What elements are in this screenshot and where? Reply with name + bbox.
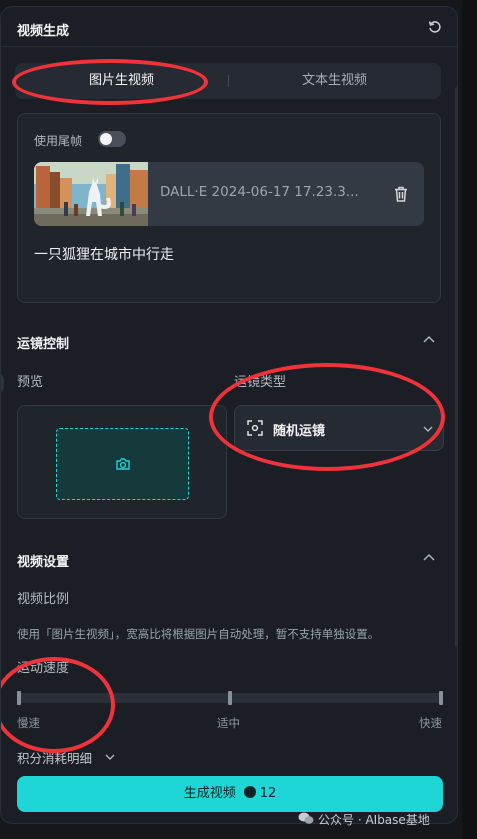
side-handle[interactable] (1, 371, 4, 395)
preview-label: 预览 (17, 375, 44, 390)
cost-details-toggle[interactable]: 积分消耗明细 (17, 748, 92, 767)
tab-image-to-video[interactable]: 图片生视频 (15, 63, 228, 99)
panel-title: 视频生成 (17, 24, 70, 39)
preview-placeholder[interactable] (56, 428, 189, 500)
focus-icon (247, 420, 263, 436)
speed-option-slow: 慢速 (17, 716, 40, 730)
watermark-text: 公众号 · AIbase基地 (318, 813, 430, 827)
trash-icon[interactable] (394, 186, 408, 202)
speed-option-medium: 适中 (217, 716, 240, 730)
uploaded-image-card: DALL·E 2024-06-17 17.23.3... (34, 162, 424, 226)
image-upload-area: 使用尾帧 DALL·E 2024-06-17 17.23.3... 一只狐狸在城… (17, 113, 441, 303)
camera-type-select[interactable]: 随机运镜 (234, 405, 444, 451)
chevron-up-icon[interactable] (423, 335, 435, 343)
chevron-down-icon (423, 426, 433, 432)
camera-type-value: 随机运镜 (273, 424, 326, 439)
scrollbar[interactable] (455, 87, 457, 647)
prompt-text[interactable]: 一只狐狸在城市中行走 (34, 244, 174, 264)
slider-mark-fast[interactable] (439, 691, 443, 705)
generate-video-button[interactable]: 生成视频 12 (17, 776, 443, 812)
window-edge (462, 0, 477, 839)
credit-cost: 12 (259, 786, 277, 801)
slider-mark-medium[interactable] (228, 691, 232, 705)
tab-text-to-video[interactable]: 文本生视频 (228, 63, 441, 99)
chevron-down-icon[interactable] (105, 754, 115, 760)
motion-speed-label: 运动速度 (17, 661, 70, 676)
camera-preview (17, 405, 227, 519)
speed-option-fast: 快速 (419, 716, 442, 730)
video-ratio-label: 视频比例 (17, 592, 70, 607)
video-ratio-note: 使用「图片生视频」，宽高比将根据图片自动处理，暂不支持单独设置。 (17, 627, 380, 641)
camera-type-label: 运镜类型 (234, 375, 287, 390)
generate-button-label: 生成视频 (183, 786, 236, 801)
toggle-knob (100, 133, 112, 145)
slider-mark-slow[interactable] (17, 691, 21, 705)
refresh-icon[interactable] (427, 19, 443, 35)
image-file-name: DALL·E 2024-06-17 17.23.3... (160, 184, 359, 200)
wechat-icon (298, 812, 314, 824)
mode-tabs: 图片生视频 文本生视频 (15, 63, 441, 99)
video-generation-panel: 视频生成 图片生视频 文本生视频 使用尾帧 DALL·E 2024-06-17 … (0, 6, 458, 824)
end-frame-label: 使用尾帧 (34, 134, 83, 148)
chevron-up-icon[interactable] (423, 553, 435, 561)
video-settings-title: 视频设置 (17, 555, 70, 570)
camera-icon (116, 458, 130, 470)
credit-coin-icon (243, 786, 256, 798)
image-thumbnail (34, 162, 148, 226)
end-frame-toggle[interactable] (98, 131, 126, 147)
camera-control-title: 运镜控制 (17, 337, 70, 352)
panel-header: 视频生成 (1, 7, 457, 47)
